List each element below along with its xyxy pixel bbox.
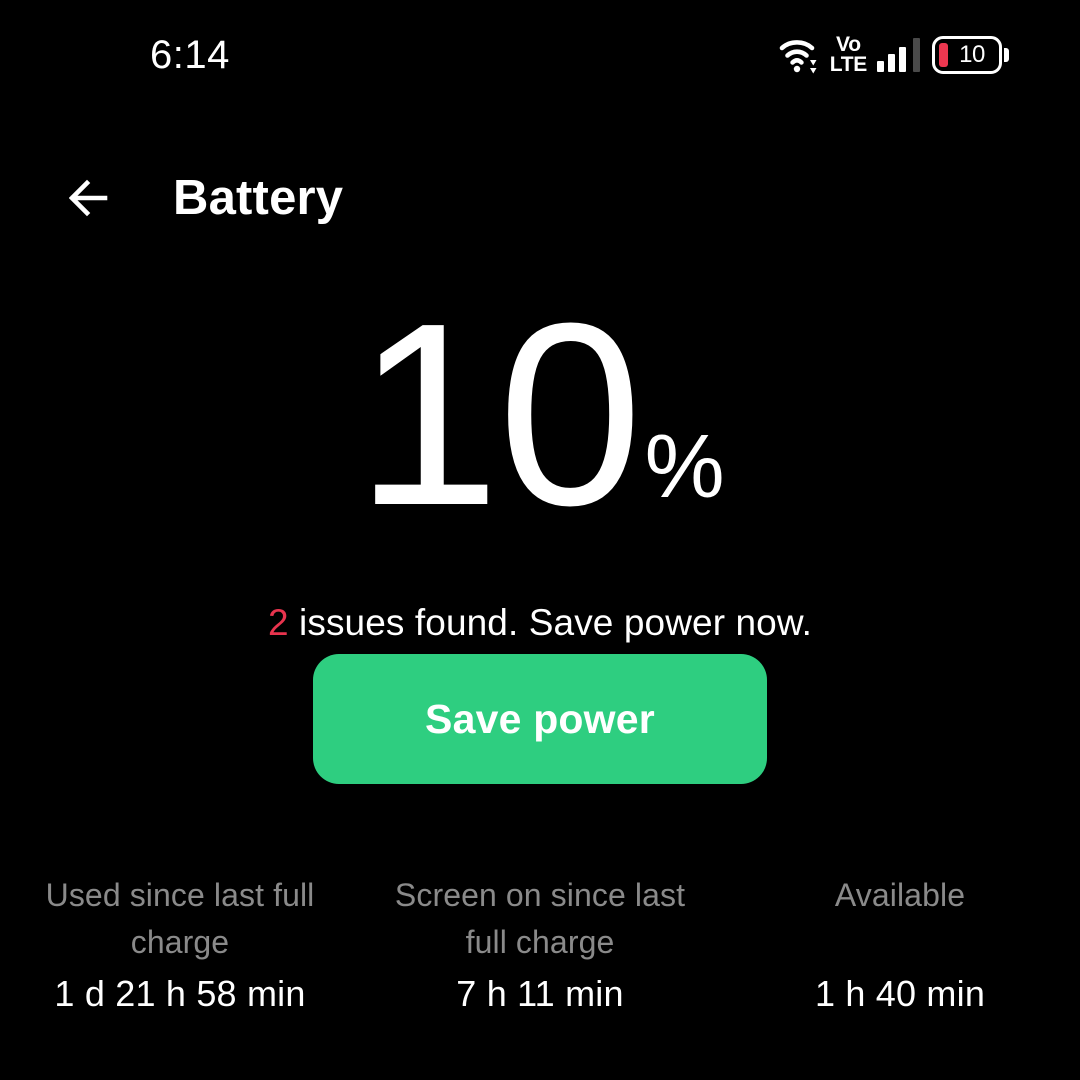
battery-cap — [1004, 48, 1009, 62]
stat-value: 1 d 21 h 58 min — [54, 973, 306, 1014]
status-bar: 6:14 Vo LTE 10 — [0, 0, 1080, 108]
app-bar: Battery — [0, 150, 1080, 246]
wifi-icon — [778, 32, 824, 78]
stat-label: Screen on since last full charge — [394, 877, 686, 960]
battery-status-icon: 10 — [932, 36, 1009, 74]
battery-fill — [939, 43, 948, 67]
volte-top-label: Vo — [836, 32, 861, 56]
stat-available: Available 1 h 40 min — [720, 872, 1080, 1052]
issues-message: issues found. Save power now. — [288, 602, 813, 643]
status-bar-clock: 6:14 — [150, 33, 230, 77]
stat-screen-on-since-last-full-charge: Screen on since last full charge 7 h 11 … — [360, 872, 720, 1052]
battery-percent-sign: % — [644, 417, 725, 517]
stat-value: 7 h 11 min — [456, 973, 624, 1014]
page-title: Battery — [173, 171, 344, 225]
stat-label: Available — [834, 877, 966, 913]
status-bar-icons: Vo LTE 10 — [778, 29, 1009, 81]
back-arrow-icon — [69, 179, 108, 217]
battery-percent-value: 10 — [355, 269, 642, 560]
issues-found-text: 2 issues found. Save power now. — [0, 600, 1080, 646]
battery-settings-screen: 6:14 Vo LTE 10 Battery 10 % 2 issues fou… — [0, 0, 1080, 1080]
battery-stats-row: Used since last full charge 1 d 21 h 58 … — [0, 872, 1080, 1052]
stat-label: Used since last full charge — [45, 877, 315, 960]
battery-status-level: 10 — [959, 41, 985, 68]
stat-used-since-last-full-charge: Used since last full charge 1 d 21 h 58 … — [0, 872, 360, 1052]
battery-percentage-display: 10 % — [0, 269, 1080, 560]
volte-icon: Vo LTE — [829, 32, 868, 76]
signal-bars-icon — [877, 38, 920, 72]
volte-bottom-label: LTE — [829, 52, 868, 76]
save-power-button[interactable]: Save power — [313, 654, 767, 784]
issues-count: 2 — [267, 602, 289, 643]
stat-value: 1 h 40 min — [814, 973, 986, 1014]
back-button[interactable] — [60, 162, 140, 234]
